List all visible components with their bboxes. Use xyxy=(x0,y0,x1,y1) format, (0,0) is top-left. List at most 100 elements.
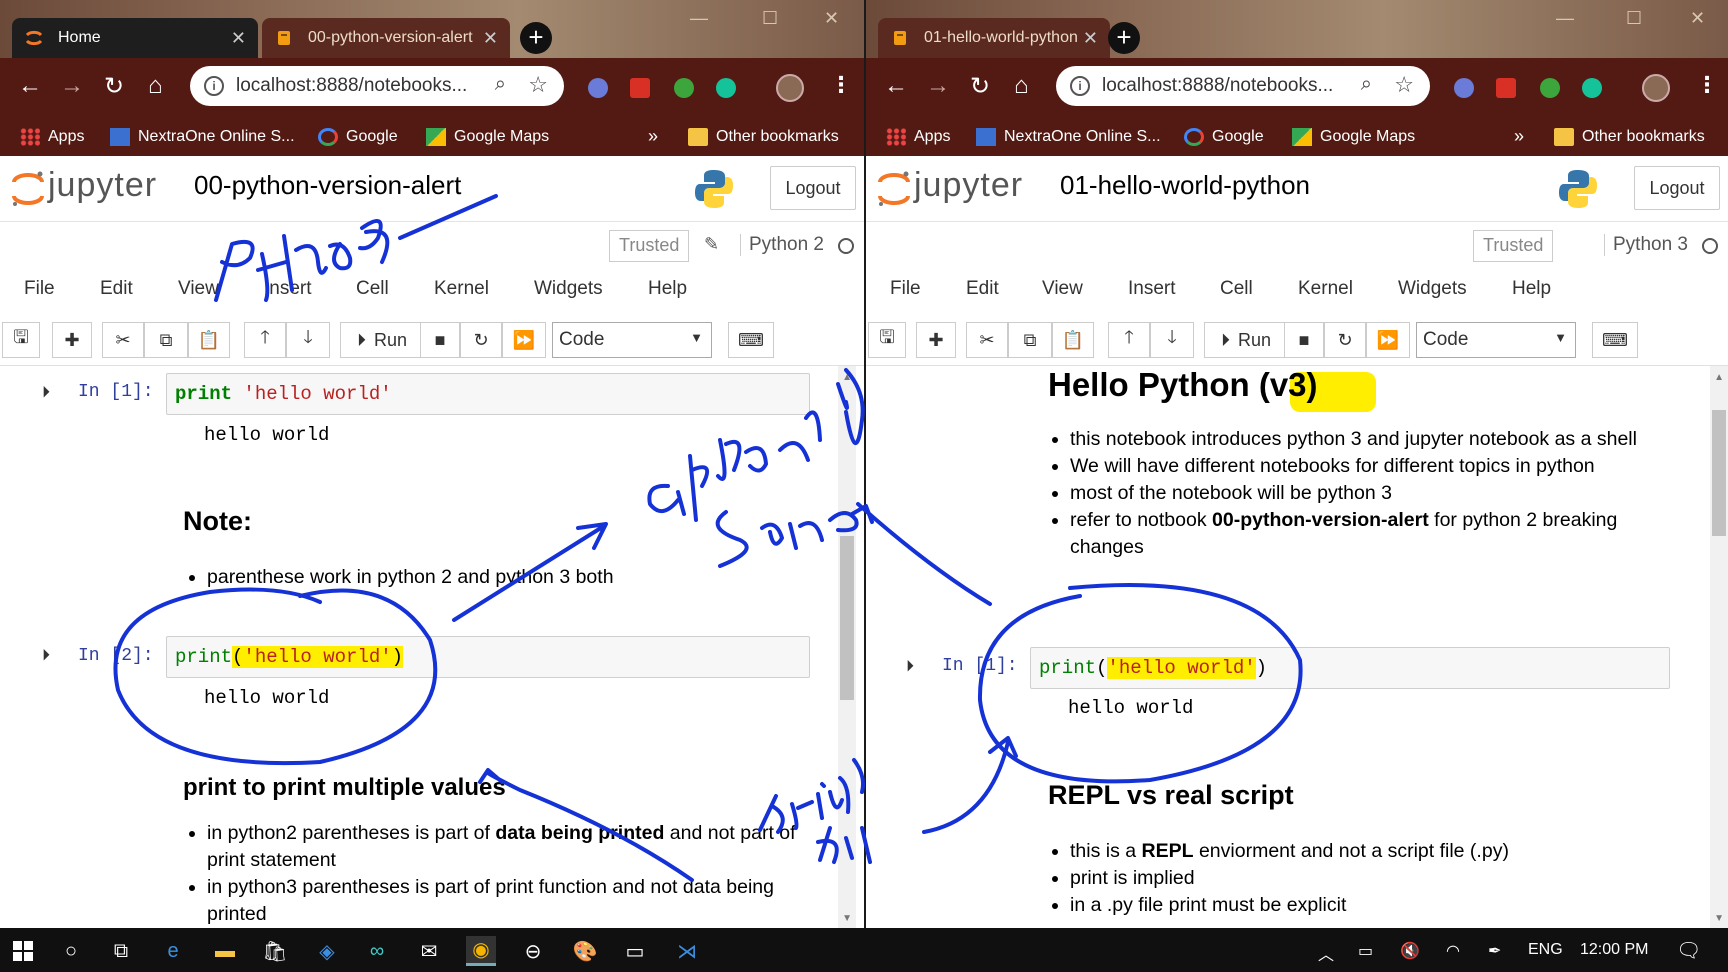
new-tab-button[interactable]: + xyxy=(1108,22,1140,54)
run-cell-icon[interactable]: ⏵ xyxy=(906,658,914,676)
evernote-icon[interactable] xyxy=(674,78,694,98)
home-icon[interactable]: ⌂ xyxy=(1014,72,1029,100)
paste-icon[interactable]: 📋 xyxy=(1052,322,1094,358)
tab-home[interactable]: Home ✕ xyxy=(12,18,258,58)
arrow-down-icon[interactable]: 🡓 xyxy=(1150,322,1194,358)
keyboard-icon[interactable]: ⌨ xyxy=(728,322,774,358)
vscode-icon[interactable]: ⋊ xyxy=(672,936,702,966)
menu-widgets[interactable]: Widgets xyxy=(1398,278,1467,300)
logout-button[interactable]: Logout xyxy=(1634,166,1720,210)
chrome-icon[interactable]: ◉ xyxy=(466,936,496,966)
evernote-icon[interactable] xyxy=(1540,78,1560,98)
bookmark-apps[interactable]: Apps xyxy=(20,128,84,146)
battery-icon[interactable]: ▭ xyxy=(1358,941,1373,961)
menu-insert[interactable]: Insert xyxy=(1128,278,1176,300)
volume-mute-icon[interactable]: 🔇 xyxy=(1400,941,1420,961)
star-icon[interactable]: ☆ xyxy=(1394,72,1414,98)
edge-icon[interactable]: e xyxy=(158,936,188,966)
search-icon[interactable]: ⌕ xyxy=(1361,73,1372,96)
jupyter-logo-icon[interactable] xyxy=(10,168,46,210)
copy-icon[interactable]: ⧉ xyxy=(1008,322,1052,358)
close-window-icon[interactable]: ✕ xyxy=(1690,8,1705,29)
menu-file[interactable]: File xyxy=(24,278,55,300)
trusted-badge[interactable]: Trusted xyxy=(1473,230,1554,262)
restart-icon[interactable]: ↻ xyxy=(460,322,502,358)
close-icon[interactable]: ✕ xyxy=(483,28,498,49)
stop-icon[interactable]: ■ xyxy=(420,322,460,358)
arrow-down-icon[interactable]: 🡓 xyxy=(286,322,330,358)
menu-file[interactable]: File xyxy=(890,278,921,300)
extension-icon[interactable] xyxy=(588,78,608,98)
grammarly-icon[interactable] xyxy=(1582,78,1602,98)
reload-icon[interactable]: ↻ xyxy=(970,72,990,101)
mail-icon[interactable]: ✉ xyxy=(414,936,444,966)
menu-help[interactable]: Help xyxy=(648,278,687,300)
menu-cell[interactable]: Cell xyxy=(356,278,389,300)
logout-button[interactable]: Logout xyxy=(770,166,856,210)
notebook-title[interactable]: 01-hello-world-python xyxy=(1060,170,1310,201)
copy-icon[interactable]: ⧉ xyxy=(144,322,188,358)
scrollbar[interactable]: ▲ ▼ xyxy=(1710,366,1728,928)
language-indicator[interactable]: ENG xyxy=(1528,941,1563,959)
address-bar[interactable]: i localhost:8888/notebooks... ⌕ ☆ xyxy=(190,66,564,106)
scroll-up-icon[interactable]: ▲ xyxy=(842,372,852,383)
grammarly-icon[interactable] xyxy=(716,78,736,98)
minimize-icon[interactable]: — xyxy=(1556,8,1574,29)
menu-kernel[interactable]: Kernel xyxy=(434,278,489,300)
bookmark-google[interactable]: Google xyxy=(1184,128,1264,146)
gmail-icon[interactable] xyxy=(1496,78,1516,98)
menu-view[interactable]: View xyxy=(178,278,219,300)
info-icon[interactable]: i xyxy=(204,76,224,96)
notebook-title[interactable]: 00-python-version-alert xyxy=(194,170,461,201)
paint-icon[interactable]: 🎨 xyxy=(570,936,600,966)
notebook-area[interactable]: Hello Python (v3) this notebook introduc… xyxy=(866,366,1728,928)
bookmark-other[interactable]: Other bookmarks xyxy=(688,128,839,146)
run-cell-icon[interactable]: ⏵ xyxy=(42,647,50,665)
infinity-icon[interactable]: ∞ xyxy=(362,936,392,966)
avatar[interactable] xyxy=(776,74,804,102)
pencil-icon[interactable]: ✎ xyxy=(704,234,719,255)
close-window-icon[interactable]: ✕ xyxy=(824,8,839,29)
stop-icon[interactable]: ■ xyxy=(1284,322,1324,358)
close-icon[interactable]: ✕ xyxy=(1083,28,1098,49)
tab-hello-world-python[interactable]: 01-hello-world-python ✕ xyxy=(878,18,1110,58)
avatar[interactable] xyxy=(1642,74,1670,102)
dropbox-icon[interactable]: ◈ xyxy=(312,936,342,966)
app-icon[interactable]: ⊖ xyxy=(518,936,548,966)
code-cell-input[interactable]: print('hello world') xyxy=(166,636,810,678)
menu-widgets[interactable]: Widgets xyxy=(534,278,603,300)
windows-start-icon[interactable] xyxy=(8,936,38,966)
menu-edit[interactable]: Edit xyxy=(100,278,133,300)
bookmark-apps[interactable]: Apps xyxy=(886,128,950,146)
clock[interactable]: 12:00 PM xyxy=(1580,941,1648,959)
cortana-icon[interactable]: ○ xyxy=(56,936,86,966)
code-cell-input[interactable]: print 'hello world' xyxy=(166,373,810,415)
menu-help[interactable]: Help xyxy=(1512,278,1551,300)
cell-type-select[interactable]: Code ▼ xyxy=(552,322,712,358)
back-icon[interactable]: ← xyxy=(884,72,908,100)
terminal-icon[interactable]: ▭ xyxy=(620,936,650,966)
run-button[interactable]: ⏵ Run xyxy=(340,322,424,358)
minimize-icon[interactable]: — xyxy=(690,8,708,29)
menu-icon[interactable]: ⋮ xyxy=(830,72,852,98)
bookmark-google-maps[interactable]: Google Maps xyxy=(426,128,549,146)
task-view-icon[interactable]: ⧉ xyxy=(106,936,136,966)
new-tab-button[interactable]: + xyxy=(520,22,552,54)
save-icon[interactable]: 🖫 xyxy=(868,322,906,358)
maximize-icon[interactable]: ☐ xyxy=(762,8,778,29)
menu-icon[interactable]: ⋮ xyxy=(1696,72,1718,98)
menu-insert[interactable]: Insert xyxy=(264,278,312,300)
fast-forward-icon[interactable]: ⏩ xyxy=(502,322,546,358)
menu-cell[interactable]: Cell xyxy=(1220,278,1253,300)
store-icon[interactable]: 🛍 xyxy=(260,936,290,966)
restart-icon[interactable]: ↻ xyxy=(1324,322,1366,358)
scroll-up-icon[interactable]: ▲ xyxy=(1714,372,1724,383)
search-icon[interactable]: ⌕ xyxy=(495,73,506,96)
maximize-icon[interactable]: ☐ xyxy=(1626,8,1642,29)
bookmark-nextraone[interactable]: NextraOne Online S... xyxy=(976,128,1161,146)
arrow-up-icon[interactable]: 🡑 xyxy=(1108,322,1150,358)
scroll-down-icon[interactable]: ▼ xyxy=(1714,913,1724,924)
star-icon[interactable]: ☆ xyxy=(528,72,548,98)
cell-type-select[interactable]: Code ▼ xyxy=(1416,322,1576,358)
more-bookmarks-icon[interactable]: » xyxy=(1514,126,1524,147)
